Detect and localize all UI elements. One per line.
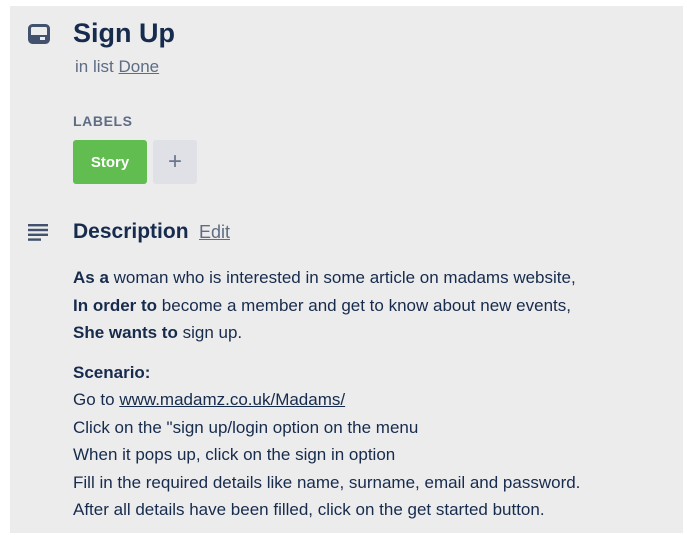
story-line-she-wants: She wants to sign up. — [73, 319, 673, 347]
madamz-website-link[interactable]: www.madamz.co.uk/Madams/ — [119, 390, 345, 409]
story-she-wants-text: sign up. — [177, 323, 243, 342]
story-as-a-bold: As a — [73, 268, 109, 287]
list-reference: in list Done — [75, 57, 159, 77]
list-name-link[interactable]: Done — [118, 57, 159, 76]
scenario-goto-prefix: Go to — [73, 390, 120, 409]
scenario-heading-text: Scenario: — [73, 362, 151, 382]
add-label-button[interactable]: + — [153, 140, 197, 184]
scenario-heading: Scenario: — [73, 359, 673, 387]
story-she-wants-bold: She wants to — [73, 323, 178, 342]
description-edit-link[interactable]: Edit — [199, 222, 230, 242]
scenario-step: When it pops up, click on the sign in op… — [73, 445, 396, 464]
story-line-as-a: As a woman who is interested in some art… — [73, 264, 673, 292]
card-title[interactable]: Sign Up — [73, 16, 175, 50]
scenario-step: After all details have been filled, clic… — [73, 500, 545, 519]
label-story[interactable]: Story — [73, 140, 147, 184]
list-prefix: in list — [75, 57, 114, 76]
story-line-in-order: In order to become a member and get to k… — [73, 292, 673, 320]
description-lines-icon — [28, 224, 48, 241]
story-in-order-bold: In order to — [73, 295, 158, 315]
labels-heading: LABELS — [73, 113, 133, 129]
scenario-step: Click on the "sign up/login option on th… — [73, 417, 419, 437]
card-detail-panel: Sign Up in list Done LABELS Story + Desc… — [10, 6, 683, 533]
scenario-step: Fill in the required details like name, … — [73, 472, 581, 492]
story-in-order-text: become a member and get to know about ne… — [157, 295, 571, 315]
plus-icon: + — [167, 148, 182, 175]
scenario-goto-line: Go to www.madamz.co.uk/Madams/ — [73, 386, 673, 414]
story-as-a-text: woman who is interested in some article … — [108, 268, 576, 287]
card-icon — [28, 24, 50, 44]
description-body[interactable]: As a woman who is interested in some art… — [73, 264, 673, 524]
description-title: Description — [73, 220, 189, 243]
description-header: Description Edit — [73, 219, 230, 247]
